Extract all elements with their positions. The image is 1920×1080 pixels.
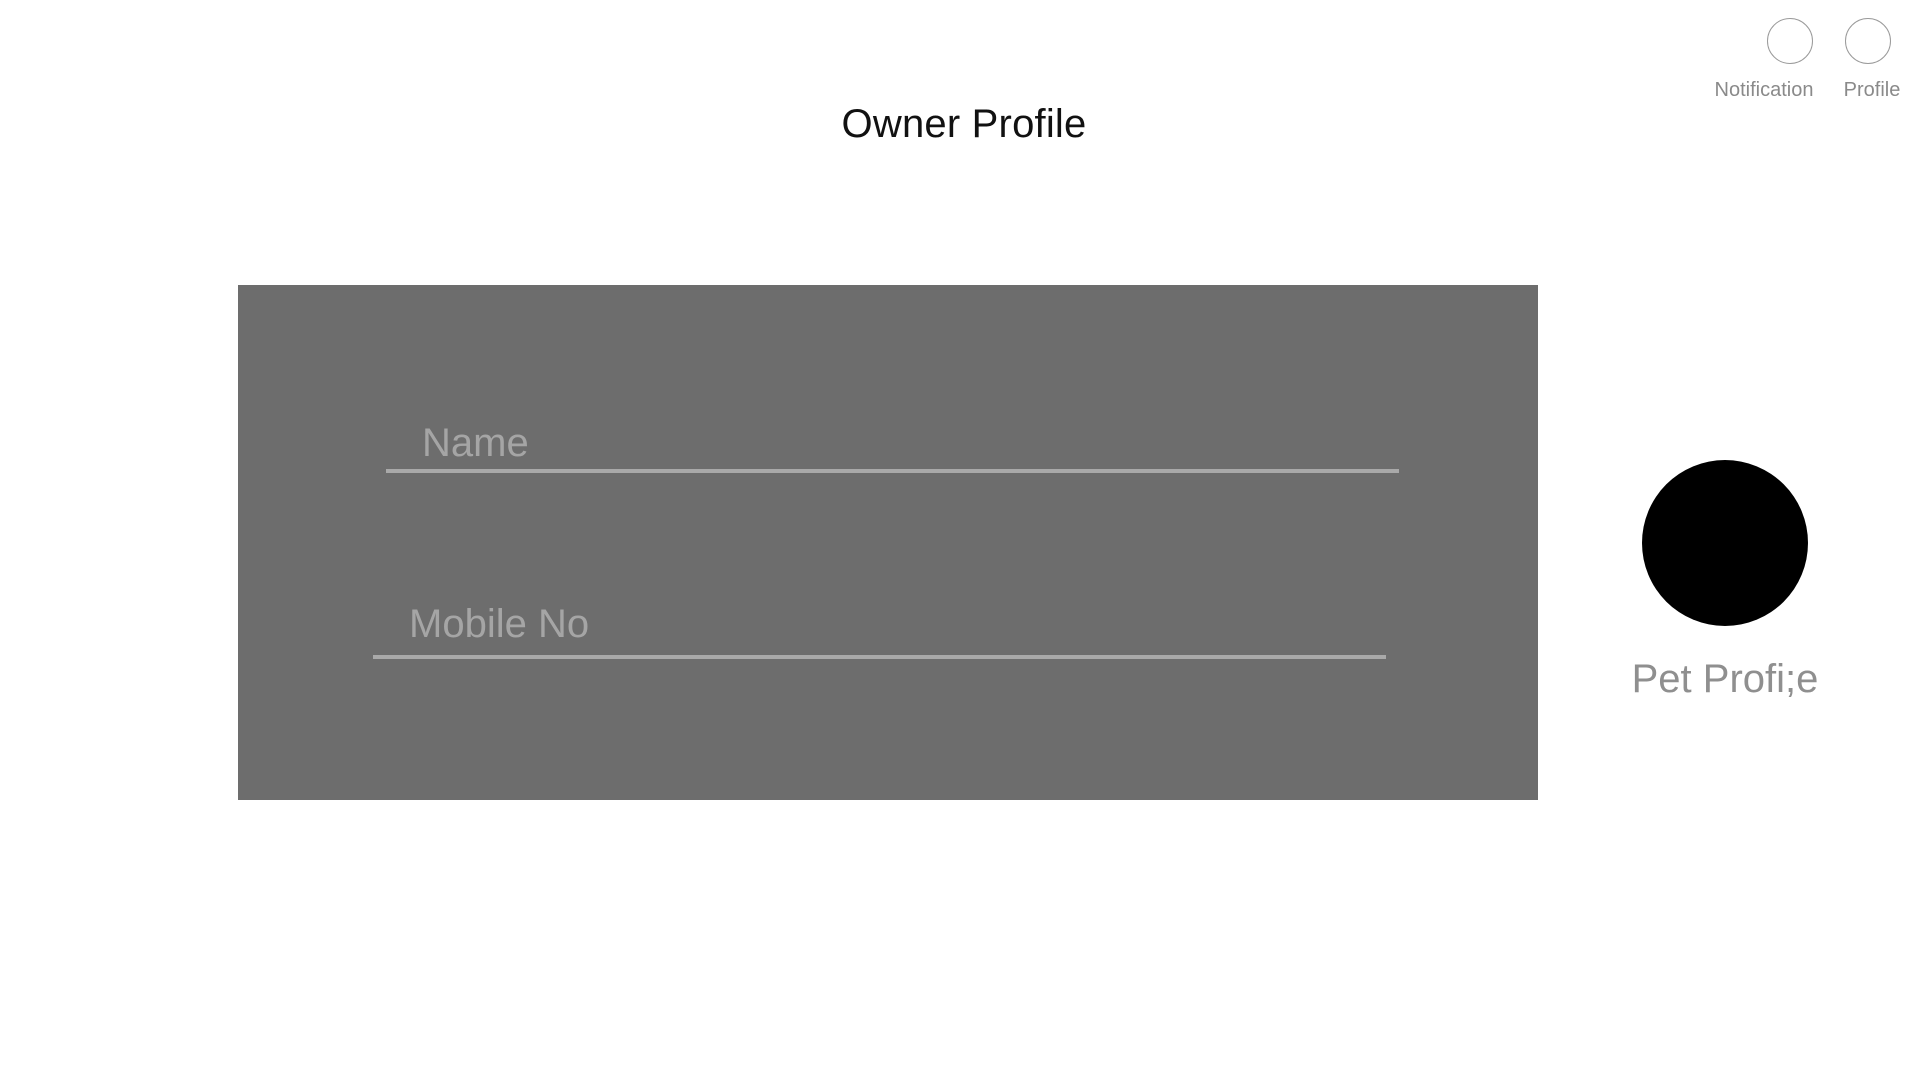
name-field-container: [386, 413, 1399, 473]
profile-icon[interactable]: [1845, 18, 1891, 64]
pet-profile-label[interactable]: Pet Profi;e: [1590, 657, 1860, 702]
page-title: Owner Profile: [841, 102, 1087, 146]
mobile-underline: [373, 655, 1386, 659]
notification-label[interactable]: Notification: [1712, 79, 1816, 102]
owner-form-panel: [238, 285, 1538, 800]
pet-profile-avatar[interactable]: [1642, 460, 1808, 626]
name-input[interactable]: [386, 413, 1399, 473]
profile-label[interactable]: Profile: [1836, 79, 1908, 102]
notification-icon[interactable]: [1767, 18, 1813, 64]
name-underline: [386, 469, 1399, 473]
mobile-input[interactable]: [373, 593, 1386, 655]
mobile-field-container: [373, 593, 1386, 655]
owner-profile-page: Notification Profile Owner Profile Pet P…: [0, 0, 1920, 1080]
